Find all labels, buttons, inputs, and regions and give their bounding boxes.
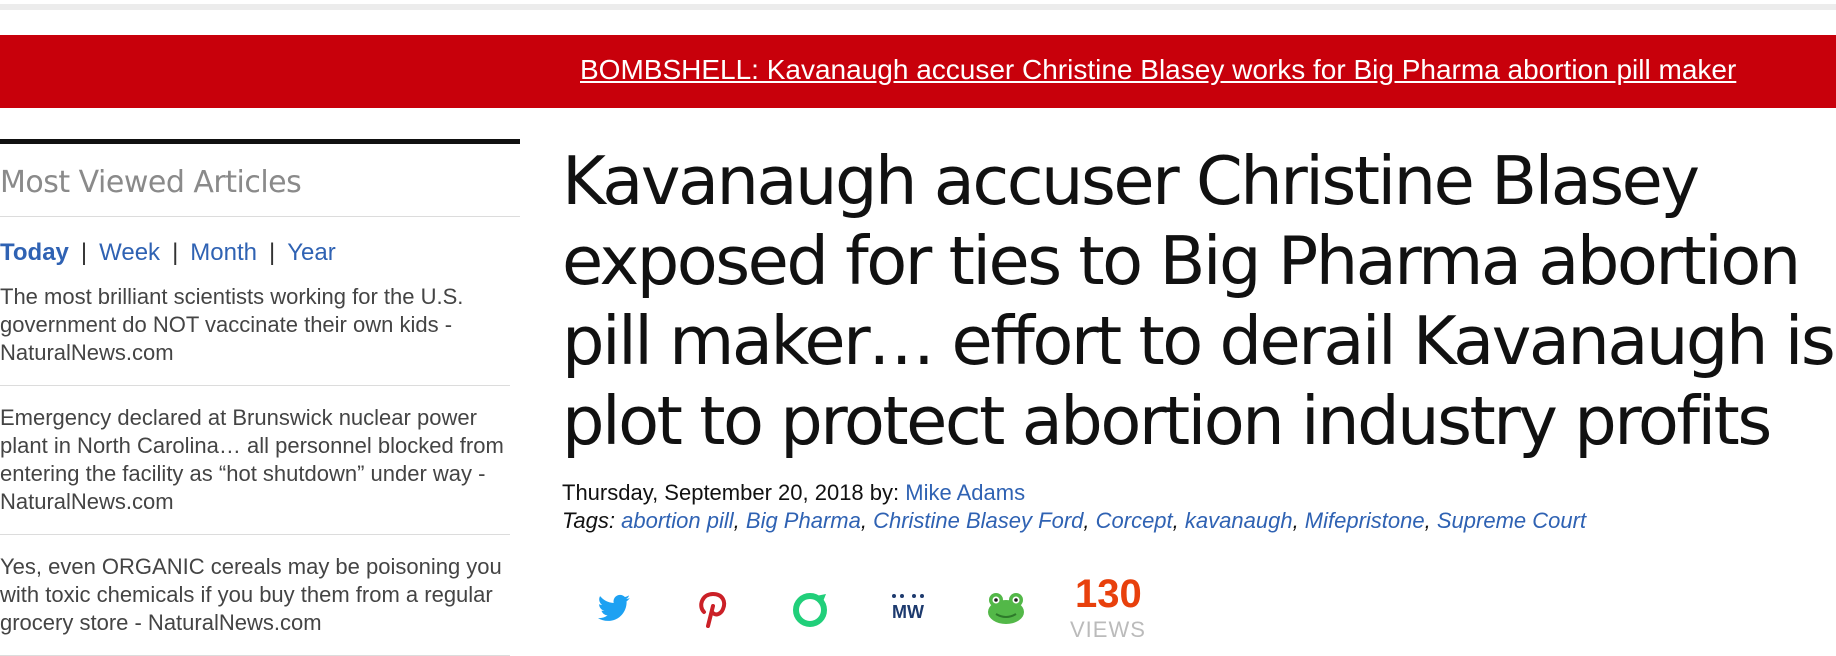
- pinterest-icon[interactable]: [690, 586, 734, 630]
- sidebar-title: Most Viewed Articles: [0, 165, 302, 200]
- tab-month[interactable]: Month: [190, 239, 257, 266]
- tag-link[interactable]: Corcept: [1096, 508, 1173, 533]
- sidebar-most-viewed: Most Viewed Articles Today | Week | Month | Ye…: [0, 139, 520, 656]
- tag-link[interactable]: Big Pharma: [746, 508, 861, 533]
- article-headline: Kavanaugh accuser Christine Blasey expos…: [562, 142, 1836, 460]
- tab-today[interactable]: Today: [0, 239, 69, 266]
- by-label: by:: [869, 480, 900, 505]
- sidebar-divider: [0, 216, 520, 217]
- article-main: Kavanaugh accuser Christine Blasey expos…: [562, 141, 1836, 535]
- gab-icon[interactable]: [788, 586, 832, 630]
- tag-link[interactable]: kavanaugh: [1185, 508, 1293, 533]
- tag-link[interactable]: Mifepristone: [1305, 508, 1425, 533]
- author-link[interactable]: Mike Adams: [905, 480, 1025, 505]
- tag-link[interactable]: abortion pill: [621, 508, 734, 533]
- sidebar-top-rule: [0, 139, 520, 144]
- tab-year[interactable]: Year: [287, 239, 336, 266]
- article-date: Thursday, September 20, 2018: [562, 480, 864, 505]
- tag-link[interactable]: Supreme Court: [1437, 508, 1586, 533]
- article-byline: Thursday, September 20, 2018 by: Mike Ad…: [562, 479, 1836, 507]
- tab-week[interactable]: Week: [99, 239, 160, 266]
- tab-divider: |: [269, 239, 276, 266]
- tab-divider: |: [80, 239, 88, 266]
- breaking-news-banner: BOMBSHELL: Kavanaugh accuser Christine B…: [0, 35, 1836, 108]
- views-count: 130: [1075, 572, 1142, 616]
- mewe-icon[interactable]: MW: [886, 586, 930, 630]
- tag-link[interactable]: Christine Blasey Ford: [873, 508, 1083, 533]
- tab-divider: |: [172, 239, 179, 266]
- twitter-icon[interactable]: [592, 586, 636, 630]
- list-item[interactable]: Emergency declared at Brunswick nuclear …: [0, 404, 510, 535]
- article-tags: Tags: abortion pill, Big Pharma, Christi…: [562, 508, 1587, 533]
- period-tabs: Today | Week | Month | Year: [0, 238, 520, 268]
- breaking-news-link[interactable]: BOMBSHELL: Kavanaugh accuser Christine B…: [580, 54, 1736, 86]
- views-label: VIEWS: [1070, 617, 1146, 642]
- list-item[interactable]: The most brilliant scientists working fo…: [0, 283, 510, 386]
- top-divider: [0, 4, 1836, 10]
- frog-icon[interactable]: [984, 586, 1028, 630]
- tags-label: Tags:: [562, 508, 616, 533]
- svg-text:MW: MW: [892, 602, 924, 622]
- list-item[interactable]: Yes, even ORGANIC cereals may be poisoni…: [0, 553, 510, 656]
